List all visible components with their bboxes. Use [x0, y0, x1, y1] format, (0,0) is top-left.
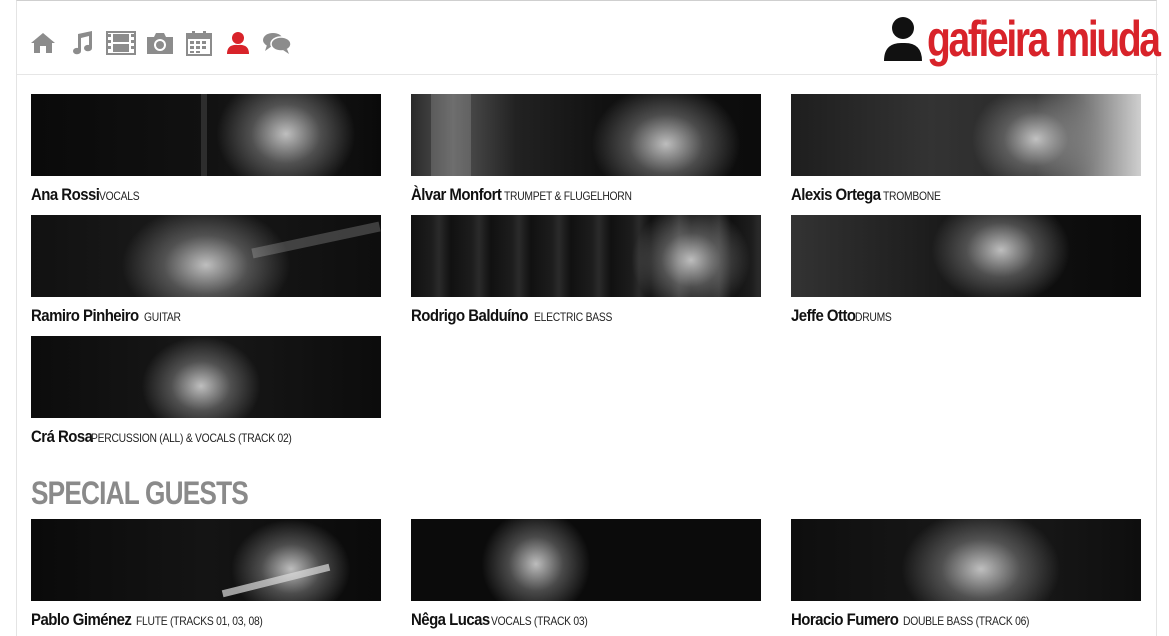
musician-card[interactable]: Jeffe Otto DRUMS [791, 215, 1141, 335]
musician-photo [411, 94, 761, 176]
home-icon [30, 33, 55, 53]
musician-name: Alexis Ortega [791, 185, 881, 204]
music-icon [72, 31, 92, 55]
guest-card[interactable]: Nêga Lucas VOCALS (TRACK 03) [411, 519, 761, 636]
musician-card[interactable]: Ana Rossi VOCALS [31, 94, 381, 214]
musician-name: Crá Rosa [31, 427, 93, 446]
musician-name: Ana Rossi [31, 185, 100, 204]
main-nav [23, 27, 296, 59]
musician-photo [31, 336, 381, 418]
guest-role: FLUTE (TRACKS 01, 03, 08) [135, 614, 263, 628]
guest-name: Pablo Giménez [31, 610, 132, 629]
nav-music[interactable] [62, 27, 101, 59]
page-frame: gafieira miuda Ana Rossi VOCALS Àlvar Mo… [16, 0, 1161, 636]
musician-card[interactable]: Ramiro Pinheiro GUITAR [31, 215, 381, 335]
nav-band[interactable] [218, 27, 257, 59]
musician-card[interactable]: Crá Rosa PERCUSSION (ALL) & VOCALS (TRAC… [31, 336, 381, 456]
musician-role: PERCUSSION (ALL) & VOCALS (TRACK 02) [91, 431, 292, 445]
nav-calendar[interactable] [179, 27, 218, 59]
musician-role: GUITAR [143, 310, 181, 324]
guest-photo [31, 519, 381, 601]
musician-role: VOCALS [99, 189, 140, 203]
guest-card[interactable]: Horacio Fumero DOUBLE BASS (TRACK 06) [791, 519, 1141, 636]
calendar-icon [185, 31, 212, 56]
nav-photos[interactable] [140, 27, 179, 59]
nav-home[interactable] [23, 27, 62, 59]
special-guests-heading: SPECIAL GUESTS [31, 475, 249, 511]
musician-photo [411, 215, 761, 297]
musician-name: Jeffe Otto [791, 306, 856, 325]
musician-role: TRUMPET & FLUGELHORN [504, 189, 632, 203]
musician-name: Rodrigo Balduíno [411, 306, 529, 325]
musician-name: Ramiro Pinheiro [31, 306, 139, 325]
musician-name: Àlvar Monfort [411, 185, 502, 204]
musician-role: TROMBONE [883, 189, 941, 203]
guest-name: Horacio Fumero [791, 610, 899, 629]
guest-photo [791, 519, 1141, 601]
nav-contact[interactable] [257, 27, 296, 59]
musician-role: DRUMS [854, 310, 892, 324]
musician-card[interactable]: Rodrigo Balduíno ELECTRIC BASS [411, 215, 761, 335]
guest-name: Nêga Lucas [411, 610, 490, 629]
musician-photo [791, 94, 1141, 176]
camera-icon [146, 33, 173, 54]
site-header: gafieira miuda [17, 1, 1161, 75]
logo-person-icon [884, 17, 922, 61]
nav-video[interactable] [101, 27, 140, 59]
musician-photo [791, 215, 1141, 297]
site-logo[interactable]: gafieira miuda [883, 7, 1161, 71]
musician-card[interactable]: Àlvar Monfort TRUMPET & FLUGELHORN [411, 94, 761, 214]
guest-photo [411, 519, 761, 601]
musician-photo [31, 94, 381, 176]
comments-icon [262, 33, 292, 54]
user-icon [226, 32, 249, 54]
musician-card[interactable]: Alexis Ortega TROMBONE [791, 94, 1141, 214]
musician-role: ELECTRIC BASS [534, 310, 613, 324]
guest-role: VOCALS (TRACK 03) [490, 614, 588, 628]
guest-role: DOUBLE BASS (TRACK 06) [903, 614, 1030, 628]
musician-photo [31, 215, 381, 297]
guest-card[interactable]: Pablo Giménez FLUTE (TRACKS 01, 03, 08) [31, 519, 381, 636]
logo-text: gafieira miuda [927, 11, 1161, 67]
film-icon [105, 31, 136, 55]
